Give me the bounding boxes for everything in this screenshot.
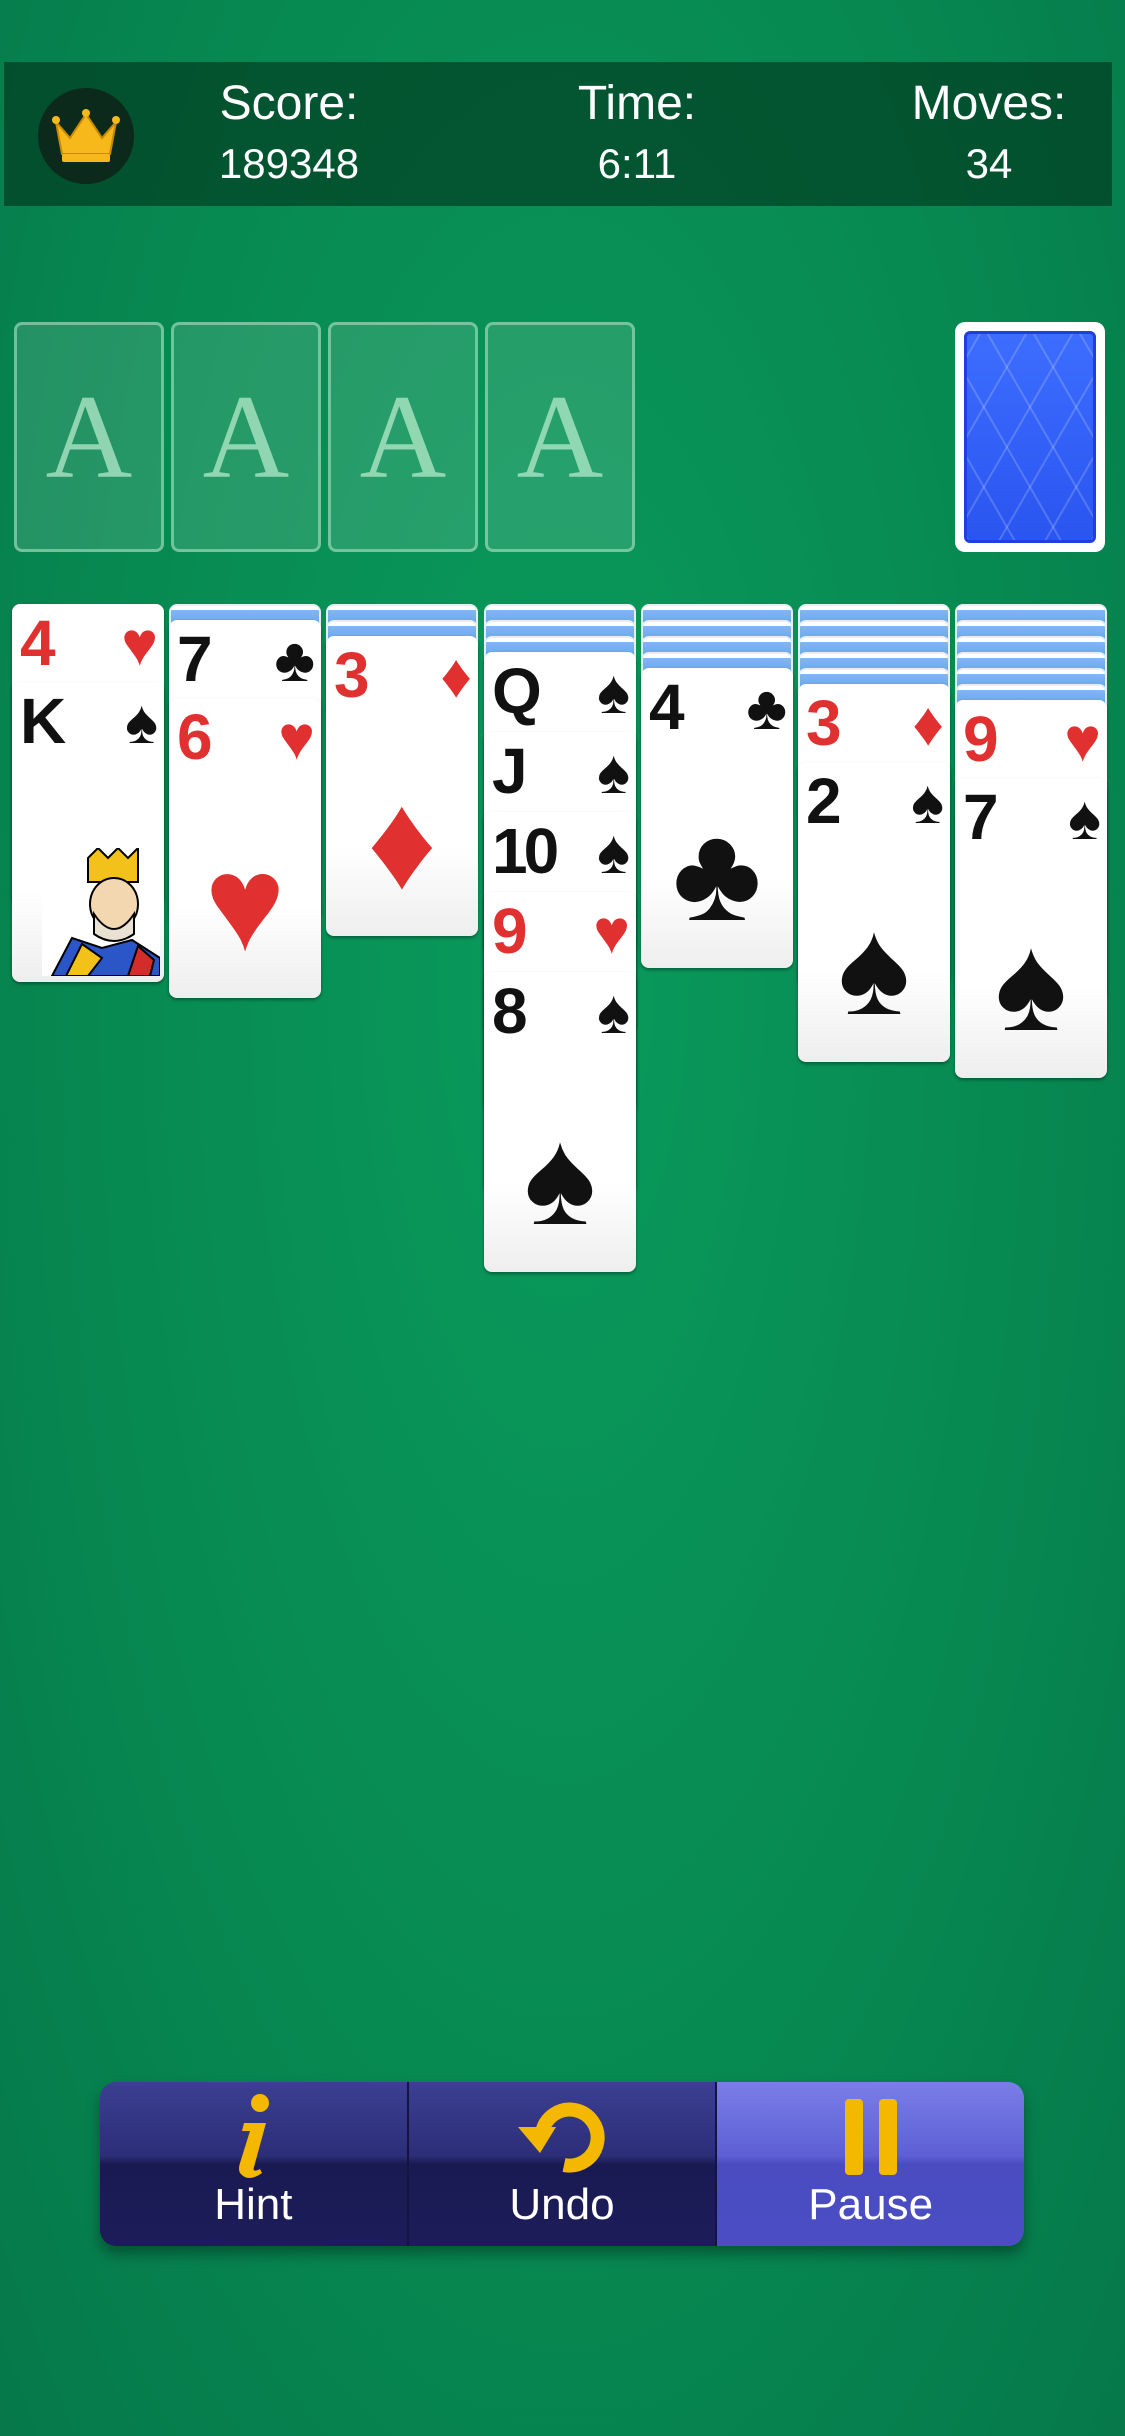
foundation-slot-1[interactable]: A (14, 322, 164, 552)
card-rank: 9 (492, 895, 528, 967)
pause-button[interactable]: Pause (717, 2082, 1024, 2246)
playing-card[interactable]: 4 ♣ ♣ (641, 668, 793, 968)
card-rank: J (492, 735, 528, 807)
card-rank: 8 (492, 975, 528, 1047)
undo-icon (518, 2102, 605, 2173)
score-stat: Score: 189348 (174, 76, 404, 192)
card-rank: 6 (177, 701, 213, 773)
card-rank: 3 (334, 639, 370, 711)
score-value: 189348 (218, 140, 360, 187)
card-suit-icon: ♣ (746, 674, 787, 743)
moves-value: 34 (965, 140, 1013, 187)
moves-stat: Moves: 34 (874, 76, 1104, 192)
card-rank: 10 (492, 815, 559, 887)
pause-icon (844, 2099, 897, 2175)
foundation-slot-3[interactable]: A (328, 322, 478, 552)
time-value: 6:11 (597, 140, 677, 187)
stock-pile[interactable] (955, 322, 1105, 552)
undo-label: Undo (509, 2180, 615, 2229)
card-suit-icon: ♠ (597, 818, 630, 887)
card-suit-icon: ♠ (597, 738, 630, 807)
card-suit-icon: ♠ (597, 658, 630, 727)
card-suit-icon: ♠ (1068, 784, 1101, 853)
card-back (964, 331, 1096, 543)
card-suit-icon: ♥ (593, 898, 630, 967)
card-rank: 7 (177, 623, 213, 695)
card-rank: 9 (963, 703, 999, 775)
bottom-toolbar: Hint Undo Pause (100, 2082, 1024, 2246)
crown-icon (52, 109, 120, 162)
card-suit-icon: ♣ (274, 626, 315, 695)
card-suit-icon: ♥ (1064, 706, 1101, 775)
time-stat: Time: 6:11 (524, 76, 750, 192)
playing-card[interactable]: K ♠ (12, 682, 164, 982)
card-center-suit-icon: ♥ (204, 827, 286, 979)
crown-button[interactable] (38, 88, 134, 184)
foundation-slot-2[interactable]: A (171, 322, 321, 552)
card-rank: 7 (963, 781, 999, 853)
card-rank: 4 (649, 671, 685, 743)
playing-card[interactable]: 2 ♠ ♠ (798, 762, 950, 1062)
card-center-suit-icon: ♠ (837, 891, 911, 1043)
foundation-slot-4[interactable]: A (485, 322, 635, 552)
playing-card[interactable]: 8 ♠ ♠ (484, 972, 636, 1272)
stats-bar: Score: 189348 Time: 6:11 Moves: 34 (4, 62, 1112, 206)
card-rank: Q (492, 655, 542, 727)
hint-button[interactable]: Hint (100, 2082, 409, 2246)
undo-button[interactable]: Undo (408, 2082, 718, 2246)
card-suit-icon: ♠ (125, 688, 158, 757)
card-rank: 4 (20, 607, 56, 679)
card-suit-icon: ♦ (440, 642, 472, 711)
playing-card[interactable]: 3 ♦ ♦ (326, 636, 478, 936)
hint-icon (239, 2094, 270, 2178)
playing-card[interactable]: 6 ♥ ♥ (169, 698, 321, 998)
hint-label: Hint (214, 2180, 293, 2229)
card-center-suit-icon: ♣ (672, 797, 762, 949)
time-label: Time: (577, 77, 697, 130)
card-suit-icon: ♠ (911, 768, 944, 837)
card-suit-icon: ♥ (121, 610, 158, 679)
score-label: Score: (219, 77, 359, 130)
card-suit-icon: ♥ (278, 704, 315, 773)
card-rank: K (20, 685, 66, 757)
card-rank: 2 (806, 765, 842, 837)
card-rank: 3 (806, 687, 842, 759)
card-center-suit-icon: ♦ (367, 765, 437, 917)
card-center-suit-icon: ♠ (523, 1101, 597, 1253)
pause-label: Pause (808, 2180, 934, 2229)
card-suit-icon: ♦ (912, 690, 944, 759)
moves-label: Moves: (911, 77, 1067, 130)
card-center-suit-icon: ♠ (994, 907, 1068, 1059)
king-portrait-icon (42, 848, 160, 976)
playing-card[interactable]: 7 ♠ ♠ (955, 778, 1107, 1078)
card-suit-icon: ♠ (597, 978, 630, 1047)
